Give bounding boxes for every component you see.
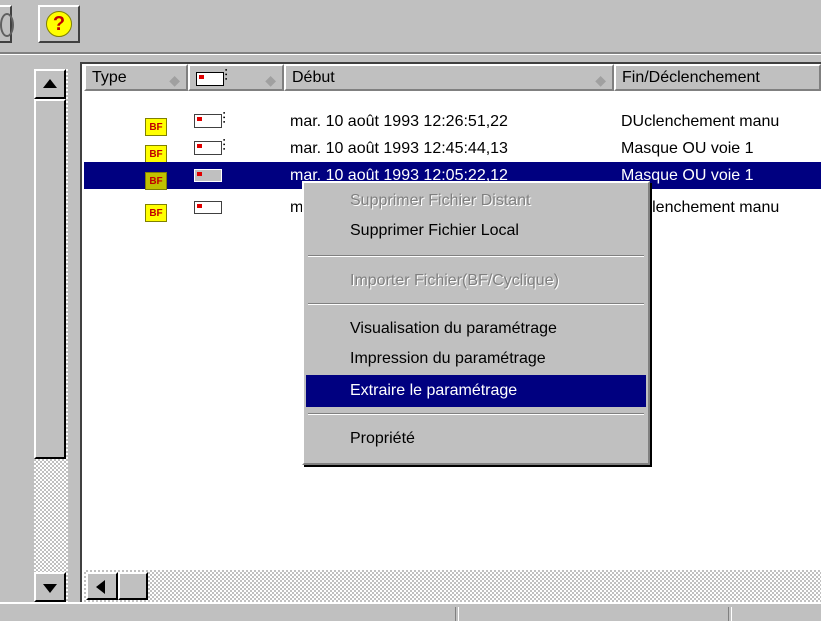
row-debut: mar. 10 août 1993 12:26:51,22 xyxy=(290,113,508,130)
gear-icon xyxy=(0,13,14,37)
menu-item-impression[interactable]: Impression du paramétrage xyxy=(306,343,646,375)
menu-item-supprimer-distant: Supprimer Fichier Distant xyxy=(350,192,531,209)
column-header-debut-label: Début xyxy=(292,69,335,86)
table-row[interactable]: BF ⫶ mar. 10 août 1993 12:26:51,22 DUcle… xyxy=(84,108,821,136)
horizontal-scrollbar[interactable] xyxy=(84,570,821,602)
menu-item-propriete[interactable]: Propriété xyxy=(306,423,646,455)
menu-item-supprimer-local[interactable]: Supprimer Fichier Local xyxy=(306,215,646,247)
scroll-down-button[interactable] xyxy=(34,572,66,602)
row-fin: Masque OU voie 1 xyxy=(621,140,754,157)
vertical-scroll-thumb[interactable] xyxy=(34,99,66,459)
toolbar-divider xyxy=(0,52,821,55)
arrow-left-icon xyxy=(96,580,105,594)
sort-icon: ◆ xyxy=(265,72,276,88)
status-bar xyxy=(0,602,821,621)
toolbar: ? xyxy=(0,0,821,52)
menu-item-extraire[interactable]: Extraire le paramétrage xyxy=(306,375,646,407)
column-header-fin[interactable]: Fin/Déclenchement xyxy=(614,64,821,91)
menu-item-visualisation[interactable]: Visualisation du paramétrage xyxy=(306,313,646,345)
arrow-up-icon xyxy=(43,79,57,88)
context-menu: Supprimer Fichier Distant Supprimer Fich… xyxy=(302,181,650,465)
toolbar-button-partial[interactable] xyxy=(0,5,14,43)
menu-separator xyxy=(308,255,644,257)
transfer-icon: ⫶ xyxy=(222,111,227,128)
row-fin: DUclenchement manu xyxy=(621,113,780,130)
transfer-icon: ⫶ xyxy=(222,138,227,155)
scroll-up-button[interactable] xyxy=(34,69,66,99)
column-header-type[interactable]: Type ◆ xyxy=(84,64,188,91)
file-icon xyxy=(194,114,222,128)
column-header-type-label: Type xyxy=(92,69,127,86)
menu-item-importer-fichier: Importer Fichier(BF/Cyclique) xyxy=(350,272,559,289)
pane-splitter[interactable] xyxy=(70,62,80,602)
help-button[interactable]: ? xyxy=(38,5,80,43)
column-header-icons[interactable]: ⫶ ◆ xyxy=(188,64,284,91)
menu-separator xyxy=(308,303,644,305)
column-header-debut[interactable]: Début ◆ xyxy=(284,64,614,91)
transfer-icon: ⫶ xyxy=(224,68,229,85)
help-icon: ? xyxy=(46,11,72,37)
table-row[interactable]: BF ⫶ mar. 10 août 1993 12:45:44,13 Masqu… xyxy=(84,135,821,163)
sort-icon: ◆ xyxy=(595,72,606,88)
file-icon xyxy=(194,169,222,182)
menu-separator xyxy=(308,413,644,415)
file-icon xyxy=(194,201,222,214)
column-header-fin-label: Fin/Déclenchement xyxy=(622,69,760,86)
sort-icon: ◆ xyxy=(169,72,180,88)
scroll-left-button[interactable] xyxy=(86,572,118,600)
file-icon xyxy=(196,72,224,86)
horizontal-scroll-thumb[interactable] xyxy=(118,572,148,600)
bf-badge-icon: BF xyxy=(145,198,167,225)
row-debut: mar. 10 août 1993 12:45:44,13 xyxy=(290,140,508,157)
arrow-down-icon xyxy=(43,584,57,593)
bf-badge-icon: BF xyxy=(145,166,167,193)
file-icon xyxy=(194,141,222,155)
